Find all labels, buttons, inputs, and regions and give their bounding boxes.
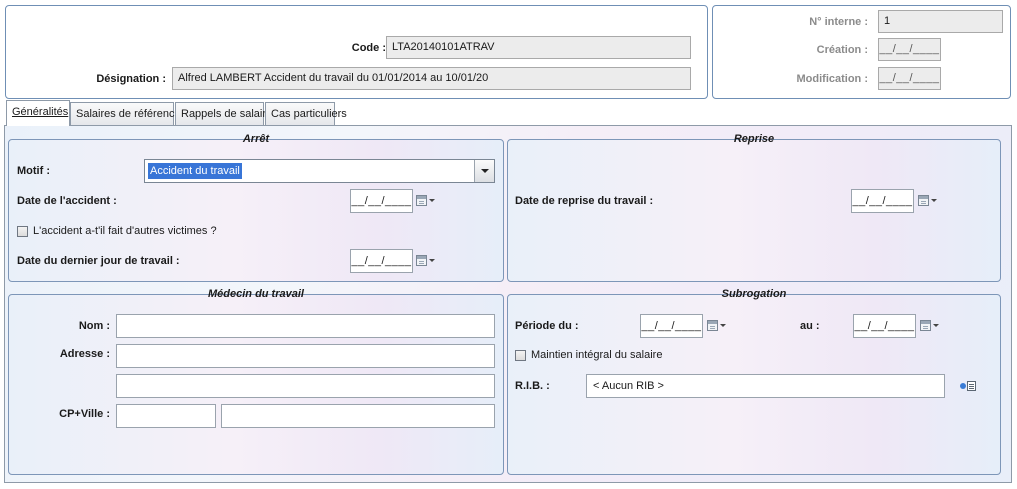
chevron-down-icon[interactable] — [474, 160, 494, 182]
calendar-icon[interactable] — [416, 254, 436, 268]
accident-date-label: Date de l'accident : — [17, 195, 117, 207]
adresse-label: Adresse : — [59, 348, 110, 360]
maintien-label: Maintien intégral du salaire — [531, 349, 663, 361]
nom-field[interactable] — [116, 314, 495, 338]
last-day-label: Date du dernier jour de travail : — [17, 255, 180, 267]
cp-ville-label: CP+Ville : — [59, 408, 110, 420]
arret-title: Arrêt — [242, 133, 270, 145]
adresse-line2-field[interactable] — [116, 374, 495, 398]
periode-to-date-field[interactable]: __/__/____ — [853, 314, 916, 338]
calendar-icon[interactable] — [918, 194, 938, 208]
code-field: LTA20140101ATRAV — [386, 36, 691, 59]
tab-generalites[interactable]: Généralités — [6, 100, 70, 126]
designation-label: Désignation : — [96, 73, 166, 85]
header-panel: Code : LTA20140101ATRAV Désignation : Al… — [5, 5, 708, 99]
tab-label: Rappels de salaire — [181, 108, 273, 120]
modification-label: Modification : — [796, 73, 869, 85]
periode-from-date-field[interactable]: __/__/____ — [640, 314, 703, 338]
reprise-group: Reprise — [507, 133, 1001, 282]
motif-selected-value: Accident du travail — [148, 163, 242, 179]
subrogation-title: Subrogation — [721, 288, 787, 300]
return-date-label: Date de reprise du travail : — [515, 195, 654, 207]
tab-label: Cas particuliers — [271, 108, 347, 120]
tab-cas-particuliers[interactable]: Cas particuliers — [265, 102, 347, 126]
cp-field[interactable] — [116, 404, 216, 428]
designation-field: Alfred LAMBERT Accident du travail du 01… — [172, 67, 691, 90]
tab-rappels-salaire[interactable]: Rappels de salaire — [175, 102, 272, 126]
meta-panel: N° interne : 1 Création : __/__/____ Mod… — [712, 5, 1011, 99]
last-day-date-field[interactable]: __/__/____ — [350, 249, 413, 273]
calendar-icon[interactable] — [707, 319, 727, 333]
accident-date-field[interactable]: __/__/____ — [350, 189, 413, 213]
tab-label: Salaires de référence — [76, 108, 181, 120]
modification-date-field: __/__/____ — [878, 67, 941, 90]
return-date-field[interactable]: __/__/____ — [851, 189, 914, 213]
tab-label: Généralités — [12, 106, 69, 118]
calendar-icon[interactable] — [416, 194, 436, 208]
adresse-field[interactable] — [116, 344, 495, 368]
reprise-title: Reprise — [733, 133, 775, 145]
internal-no-field: 1 — [878, 10, 1003, 33]
internal-no-label: N° interne : — [809, 16, 868, 28]
motif-label: Motif : — [17, 165, 50, 177]
other-victims-checkbox[interactable] — [17, 226, 28, 237]
creation-date-field: __/__/____ — [878, 38, 941, 61]
rib-label: R.I.B. : — [515, 380, 550, 392]
code-label: Code : — [351, 42, 386, 54]
tab-salaires-reference[interactable]: Salaires de référence — [70, 102, 181, 126]
nom-label: Nom : — [78, 320, 110, 332]
creation-label: Création : — [816, 44, 868, 56]
periode-label: Période du : — [515, 320, 579, 332]
ville-field[interactable] — [221, 404, 495, 428]
other-victims-label: L'accident a-t'il fait d'autres victimes… — [33, 225, 217, 237]
maintien-checkbox[interactable] — [515, 350, 526, 361]
au-label: au : — [800, 320, 820, 332]
rib-list-icon[interactable] — [960, 380, 978, 392]
motif-select[interactable]: Accident du travail — [144, 159, 495, 183]
rib-field[interactable]: < Aucun RIB > — [586, 374, 945, 398]
medecin-title: Médecin du travail — [208, 288, 304, 300]
calendar-icon[interactable] — [920, 319, 940, 333]
